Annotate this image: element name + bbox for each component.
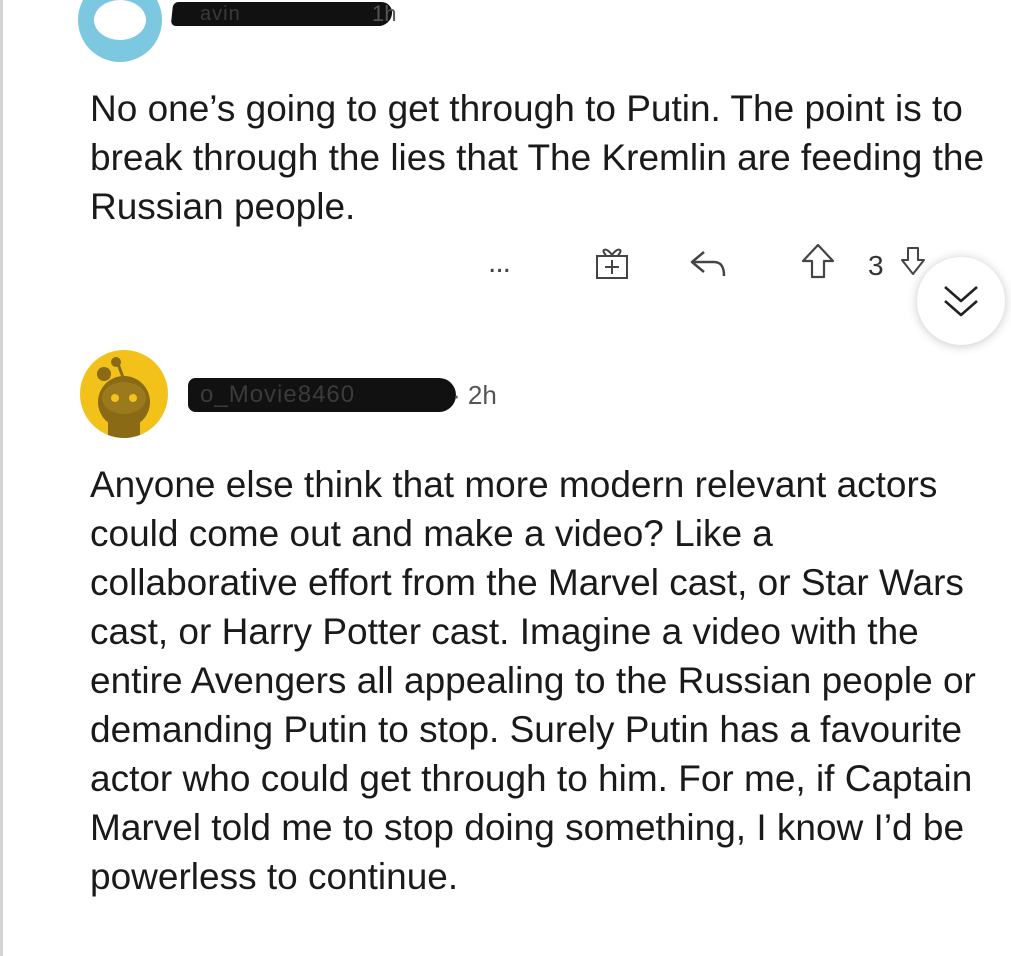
comment-body: Anyone else think that more modern relev… [90, 464, 976, 897]
reply-icon[interactable] [688, 246, 728, 280]
snoo-icon [97, 357, 150, 438]
snoo-icon [94, 0, 146, 40]
avatar[interactable] [80, 350, 168, 438]
more-icon[interactable]: ... [488, 246, 511, 280]
collapse-chevron-icon [944, 286, 978, 317]
avatar[interactable] [78, 0, 162, 62]
comment-timestamp: · 2h [452, 380, 497, 410]
vote-count: 3 [868, 250, 884, 281]
gift-icon[interactable] [594, 244, 630, 280]
downvote-icon[interactable] [898, 246, 926, 276]
comment-actions: ... 3 [0, 236, 1011, 345]
upvote-icon[interactable] [800, 242, 836, 280]
collapse-button[interactable] [917, 257, 1005, 345]
thread-line [0, 0, 3, 956]
username-fragment: o_Movie8460 [200, 381, 356, 408]
comment-timestamp: 1h [372, 1, 397, 26]
comment-body: No one’s going to get through to Putin. … [90, 88, 985, 227]
username-fragment: avin [200, 3, 241, 25]
